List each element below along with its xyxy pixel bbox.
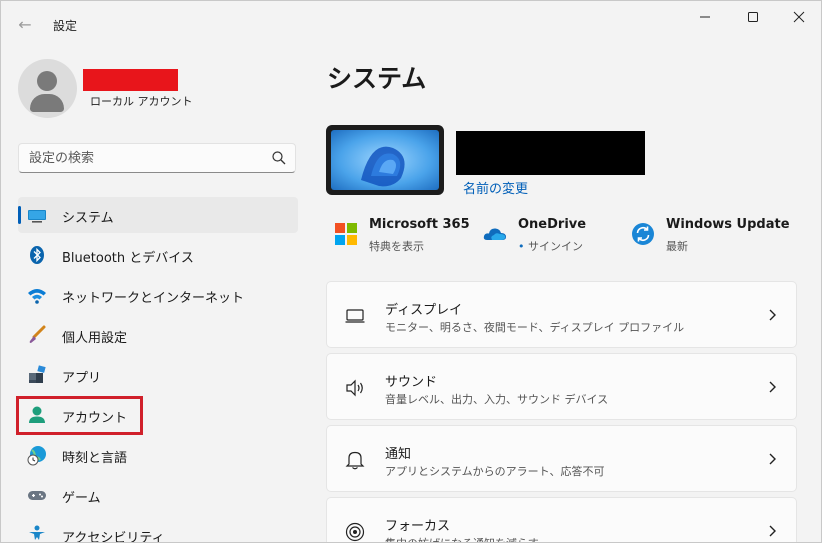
avatar[interactable]	[18, 59, 77, 118]
settings-card-focus[interactable]: フォーカス 集中の妨げになる通知を減らす	[326, 497, 797, 542]
maximize-button[interactable]	[739, 7, 767, 31]
back-button[interactable]: ←	[13, 13, 37, 37]
sidebar-item-label: ゲーム	[62, 491, 101, 506]
sidebar-item-network[interactable]: ネットワークとインターネット	[18, 277, 298, 313]
quick-link-microsoft-365[interactable]: Microsoft 365 特典を表示	[333, 215, 473, 259]
sidebar-item-accessibility[interactable]: アクセシビリティ	[18, 517, 298, 543]
settings-window: ← 設定 ローカル アカウント システム	[0, 0, 822, 543]
card-title: サウンド	[385, 375, 438, 390]
speaker-icon	[346, 379, 363, 397]
search-input[interactable]	[29, 149, 259, 167]
sidebar-item-label: アクセシビリティ	[62, 531, 165, 543]
settings-card-notifications[interactable]: 通知 アプリとシステムからのアラート、応答不可	[326, 425, 797, 492]
bluetooth-icon	[30, 246, 44, 264]
sidebar-item-system[interactable]: システム	[18, 197, 298, 233]
accessibility-icon	[29, 525, 45, 540]
quick-link-title: Windows Update	[666, 217, 790, 232]
minimize-button[interactable]	[691, 7, 719, 31]
redacted-user-name	[83, 69, 178, 91]
gamepad-icon	[28, 491, 46, 500]
brush-icon	[29, 325, 46, 343]
search-icon[interactable]	[271, 150, 287, 166]
title-bar: ← 設定	[1, 1, 821, 49]
display-icon	[345, 309, 365, 323]
wallpaper-image	[331, 130, 439, 190]
card-subtitle: アプリとシステムからのアラート、応答不可	[385, 465, 605, 478]
sidebar-item-label: ネットワークとインターネット	[62, 291, 245, 306]
quick-link-subtitle: • サインイン	[518, 238, 583, 254]
sidebar-item-gaming[interactable]: ゲーム	[18, 477, 298, 513]
focus-icon	[345, 522, 365, 542]
quick-link-windows-update[interactable]: Windows Update 最新	[630, 215, 790, 259]
redacted-device-name	[456, 131, 645, 175]
card-title: フォーカス	[385, 519, 451, 534]
card-title: ディスプレイ	[385, 303, 463, 318]
onedrive-icon	[483, 228, 506, 240]
quick-link-subtitle: 最新	[666, 240, 688, 253]
quick-link-subtitle-text: サインイン	[528, 240, 583, 253]
apps-icon	[29, 365, 46, 383]
status-dot: •	[518, 240, 528, 253]
card-subtitle: モニター、明るさ、夜間モード、ディスプレイ プロファイル	[385, 321, 685, 334]
sidebar-item-bluetooth[interactable]: Bluetooth とデバイス	[18, 237, 298, 273]
sidebar-item-time-language[interactable]: 時刻と言語	[18, 437, 298, 473]
bell-icon	[345, 451, 365, 470]
monitor-icon	[28, 210, 46, 223]
windows-update-icon	[632, 223, 654, 245]
device-thumbnail	[326, 125, 444, 195]
quick-link-onedrive[interactable]: OneDrive • サインイン	[482, 215, 622, 259]
account-type-label: ローカル アカウント	[90, 95, 193, 108]
settings-card-display[interactable]: ディスプレイ モニター、明るさ、夜間モード、ディスプレイ プロファイル	[326, 281, 797, 348]
card-subtitle: 音量レベル、出力、入力、サウンド デバイス	[385, 393, 609, 406]
maximize-icon	[748, 12, 758, 22]
sidebar-item-label: 時刻と言語	[62, 451, 128, 466]
settings-card-sound[interactable]: サウンド 音量レベル、出力、入力、サウンド デバイス	[326, 353, 797, 420]
page-title: システム	[327, 64, 427, 93]
sidebar-item-label: システム	[62, 211, 114, 226]
search-box[interactable]	[18, 143, 296, 173]
app-title: 設定	[53, 19, 78, 33]
rename-link[interactable]: 名前の変更	[463, 178, 528, 197]
sidebar-item-label: 個人用設定	[62, 331, 128, 346]
quick-link-title: Microsoft 365	[369, 217, 470, 232]
close-button[interactable]	[785, 7, 813, 31]
chevron-right-icon	[769, 381, 776, 393]
card-title: 通知	[385, 447, 412, 462]
chevron-right-icon	[769, 453, 776, 465]
microsoft-365-icon	[335, 223, 357, 245]
sidebar-item-apps[interactable]: アプリ	[18, 357, 298, 393]
sidebar-item-personalization[interactable]: 個人用設定	[18, 317, 298, 353]
quick-link-title: OneDrive	[518, 217, 587, 232]
globe-clock-icon	[27, 446, 46, 466]
chevron-right-icon	[769, 309, 776, 321]
close-icon	[793, 11, 805, 23]
sidebar-item-label: Bluetooth とデバイス	[62, 251, 194, 266]
chevron-right-icon	[769, 525, 776, 537]
quick-link-subtitle: 特典を表示	[369, 240, 424, 253]
accounts-highlight-box	[16, 396, 143, 435]
wifi-icon	[28, 289, 46, 304]
sidebar-item-label: アプリ	[62, 371, 102, 386]
card-subtitle: 集中の妨げになる通知を減らす	[385, 535, 539, 542]
active-indicator	[18, 206, 21, 224]
minimize-icon	[700, 16, 710, 18]
